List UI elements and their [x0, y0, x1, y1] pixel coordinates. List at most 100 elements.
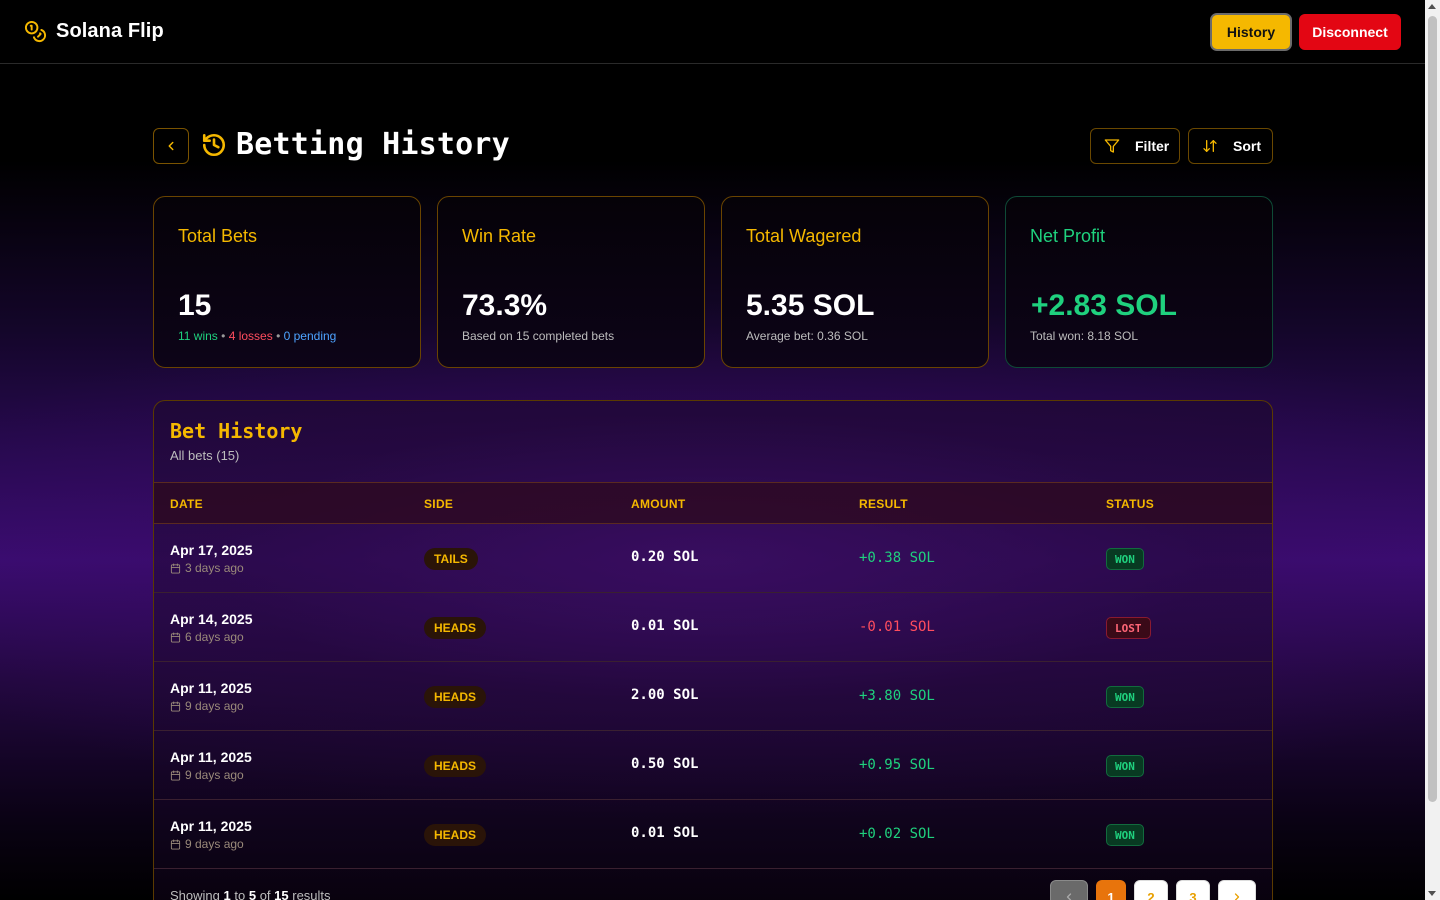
bet-relative-time: 9 days ago [170, 768, 244, 782]
of-word: of [259, 888, 271, 900]
separator: • [276, 329, 281, 343]
stat-breakdown: 11 wins • 4 losses • 0 pending [178, 329, 336, 343]
status-badge: WON [1106, 548, 1144, 570]
relative-time-text: 9 days ago [185, 837, 244, 851]
stat-subtext: Based on 15 completed bets [462, 329, 615, 343]
bet-result: +0.95 SOL [859, 757, 935, 773]
stat-label: Total Bets [178, 226, 258, 246]
stat-value: 15 [178, 289, 212, 322]
pagination-page-2[interactable]: 2 [1134, 880, 1168, 900]
app-logo[interactable]: Solana Flip [24, 20, 164, 43]
table-row[interactable]: Apr 11, 2025 9 days ago HEADS 0.01 SOL +0.02… [154, 800, 1272, 869]
chevron-left-icon [1066, 893, 1072, 900]
status-badge: WON [1106, 824, 1144, 846]
table-row[interactable]: Apr 11, 2025 9 days ago HEADS 2.00 SOL +3.80… [154, 662, 1272, 731]
bet-date: Apr 11, 2025 [170, 680, 252, 696]
stat-subtext: Total won: 8.18 SOL [1030, 329, 1139, 343]
bet-result: +0.38 SOL [859, 550, 935, 566]
filter-icon [1104, 139, 1120, 153]
results-word: results [292, 888, 331, 900]
bet-relative-time: 6 days ago [170, 630, 244, 644]
showing-word: Showing [170, 888, 220, 900]
bet-result: -0.01 SOL [859, 619, 935, 635]
disconnect-button[interactable]: Disconnect [1299, 14, 1401, 50]
pagination-prev-button[interactable] [1050, 880, 1088, 900]
bet-amount: 0.01 SOL [631, 618, 699, 634]
calendar-icon [170, 631, 181, 643]
top-nav: Solana Flip History Disconnect [0, 0, 1425, 64]
sort-button[interactable]: Sort [1188, 128, 1273, 164]
history-icon [202, 133, 226, 157]
bet-amount: 2.00 SOL [631, 687, 699, 703]
back-button[interactable] [153, 128, 189, 164]
filter-button[interactable]: Filter [1090, 128, 1180, 164]
sort-arrows-icon [1203, 140, 1217, 152]
calendar-icon [170, 838, 181, 850]
bet-amount: 0.50 SOL [631, 756, 699, 772]
pagination-next-button[interactable] [1218, 880, 1256, 900]
column-header-result[interactable]: RESULT [859, 497, 908, 511]
page-title: Betting History [236, 127, 510, 162]
bet-relative-time: 3 days ago [170, 561, 244, 575]
calendar-icon [170, 769, 181, 781]
bet-relative-time: 9 days ago [170, 837, 244, 851]
bet-amount: 0.20 SOL [631, 549, 699, 565]
stat-value: 73.3% [462, 289, 548, 322]
stat-label: Net Profit [1030, 226, 1106, 246]
status-badge: WON [1106, 755, 1144, 777]
range-from: 1 [223, 888, 231, 900]
column-header-status[interactable]: STATUS [1106, 497, 1154, 511]
page-scrollbar[interactable] [1425, 0, 1440, 900]
stat-label: Total Wagered [746, 226, 862, 246]
stat-value: 5.35 SOL [746, 289, 875, 322]
relative-time-text: 6 days ago [185, 630, 244, 644]
bet-history-panel: Bet History All bets (15) DATE SIDE AMOU… [153, 400, 1273, 900]
stat-card-win-rate: Win Rate 73.3% Based on 15 completed bet… [437, 196, 705, 368]
sort-label: Sort [1233, 138, 1261, 154]
stat-subtext: Average bet: 0.36 SOL [746, 329, 868, 343]
bet-relative-time: 9 days ago [170, 699, 244, 713]
calendar-icon [170, 700, 181, 712]
column-header-date[interactable]: DATE [170, 497, 203, 511]
relative-time-text: 9 days ago [185, 699, 244, 713]
stat-card-total-wagered: Total Wagered 5.35 SOL Average bet: 0.36… [721, 196, 989, 368]
bet-date: Apr 14, 2025 [170, 611, 253, 627]
bet-date: Apr 11, 2025 [170, 749, 252, 765]
pagination-page-1[interactable]: 1 [1096, 880, 1126, 900]
table-row[interactable]: Apr 17, 2025 3 days ago TAILS 0.20 SOL +0.38… [154, 524, 1272, 593]
bet-result: +0.02 SOL [859, 826, 935, 842]
stat-label: Win Rate [462, 226, 537, 246]
column-header-side[interactable]: SIDE [424, 497, 453, 511]
bet-result: +3.80 SOL [859, 688, 935, 704]
total-results: 15 [274, 888, 289, 900]
wins-count: 11 wins [178, 329, 218, 343]
history-button[interactable]: History [1210, 13, 1292, 51]
stat-card-net-profit: Net Profit +2.83 SOL Total won: 8.18 SOL [1005, 196, 1273, 368]
table-row[interactable]: Apr 11, 2025 9 days ago HEADS 0.50 SOL +0.95… [154, 731, 1272, 800]
filter-label: Filter [1135, 138, 1170, 154]
table-header: DATE SIDE AMOUNT RESULT STATUS [154, 482, 1272, 524]
chevron-right-icon [1234, 893, 1240, 900]
panel-subtitle: All bets (15) [170, 448, 240, 463]
pagination-page-3[interactable]: 3 [1176, 880, 1210, 900]
stat-card-total-bets: Total Bets 15 11 wins • 4 losses • 0 pen… [153, 196, 421, 368]
separator: • [221, 329, 226, 343]
table-row[interactable]: Apr 14, 2025 6 days ago HEADS 0.01 SOL -0.01… [154, 593, 1272, 662]
bet-date: Apr 17, 2025 [170, 542, 253, 558]
range-to: 5 [248, 888, 257, 900]
losses-count: 4 losses [228, 329, 273, 343]
scroll-thumb[interactable] [1428, 16, 1437, 802]
app-name: Solana Flip [56, 20, 164, 42]
column-header-amount[interactable]: AMOUNT [631, 497, 685, 511]
status-badge: LOST [1106, 617, 1151, 639]
status-badge: WON [1106, 686, 1144, 708]
scroll-up-arrow-icon[interactable] [1428, 4, 1436, 9]
pending-count: 0 pending [283, 329, 337, 343]
chevron-left-icon [168, 141, 174, 151]
results-summary: Showing 1 to 5 of 15 results [170, 888, 331, 900]
side-badge: HEADS [424, 755, 487, 777]
panel-title: Bet History [170, 419, 303, 443]
scroll-down-arrow-icon[interactable] [1428, 891, 1436, 896]
to-word: to [234, 888, 246, 900]
side-badge: TAILS [424, 548, 478, 570]
